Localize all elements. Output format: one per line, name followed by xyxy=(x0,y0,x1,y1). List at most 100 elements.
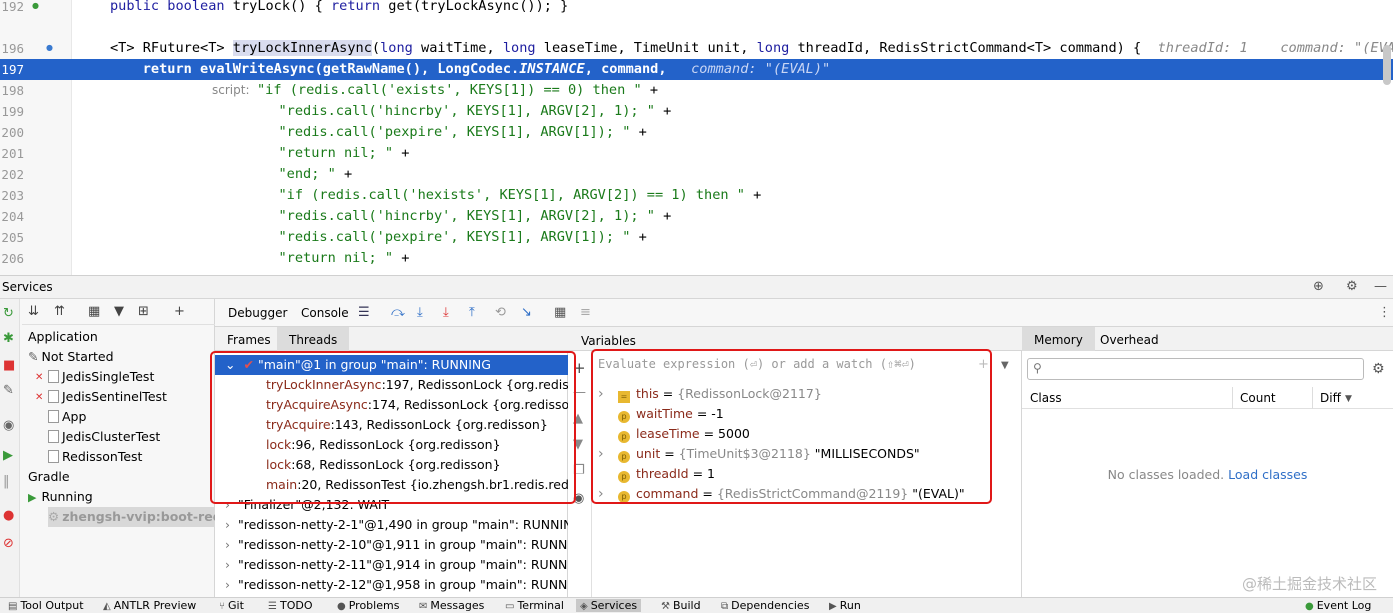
tool-window-label: Git xyxy=(228,599,244,612)
services-title: Services xyxy=(2,280,53,294)
tree-item-app[interactable]: App xyxy=(48,407,86,427)
code-text: public boolean tryLock() { return get(tr… xyxy=(110,0,568,17)
tool-window-messages[interactable]: ✉ Messages xyxy=(419,599,484,612)
trace-icon[interactable]: ≡ xyxy=(580,305,591,320)
tool-window-label: Problems xyxy=(348,599,400,612)
collapse-all-icon[interactable]: ⇈ xyxy=(54,304,65,319)
tool-window-terminal[interactable]: ▭ Terminal xyxy=(505,599,564,612)
code-text: "return nil; " + xyxy=(213,248,409,269)
tree-item-jedisclustertest[interactable]: JedisClusterTest xyxy=(48,427,160,447)
tree-item-redissontest[interactable]: RedissonTest xyxy=(48,447,142,467)
class-search-input[interactable]: ⚲ xyxy=(1027,358,1364,380)
evaluate-icon[interactable]: ▦ xyxy=(554,305,566,320)
thread-item[interactable]: › "redisson-netty-2-11"@1,914 in group "m… xyxy=(215,555,568,575)
step-over-icon[interactable]: ⤼ xyxy=(391,305,405,320)
code-text: "if (redis.call('hexists', KEYS[1], ARGV… xyxy=(213,185,761,206)
tool-window-dependencies[interactable]: ⧉ Dependencies xyxy=(721,599,809,612)
tool-window-antlr-preview[interactable]: ◭ ANTLR Preview xyxy=(103,599,196,612)
editor-scrollbar[interactable] xyxy=(1383,45,1391,85)
group-icon[interactable]: ▦ xyxy=(88,304,100,319)
pause-icon[interactable]: ‖ xyxy=(3,475,10,489)
code-editor[interactable]: ●●● 192public boolean tryLock() { return… xyxy=(0,0,1393,275)
stop-icon[interactable]: ■ xyxy=(3,359,15,373)
tool-window-bar: ▤ Tool Output ◭ ANTLR Preview ⑂ Git ☰ TODO ● Prob… xyxy=(0,597,1393,613)
add-icon[interactable]: + xyxy=(174,304,185,319)
column-count[interactable]: Count xyxy=(1240,391,1276,405)
mute-breakpoints-icon[interactable]: ⊘ xyxy=(3,537,14,551)
code-line: 196 <T> RFuture<T> tryLockInnerAsync(long… xyxy=(0,38,1393,59)
line-number: 206 xyxy=(1,251,24,266)
code-token: "end; " xyxy=(213,166,336,182)
tree-item-label: zhengsh-vvip:boot-redis xyxy=(62,509,234,524)
minimize-icon[interactable]: — xyxy=(1374,279,1387,294)
debug-icon[interactable]: ✱ xyxy=(3,332,14,346)
refresh-icon[interactable]: ↻ xyxy=(3,307,14,321)
tree-item-gradle[interactable]: Gradle xyxy=(28,467,70,487)
code-token: threadId, RedisStrictCommand<T> command)… xyxy=(797,40,1158,56)
thread-item[interactable]: › "redisson-netty-2-1"@1,490 in group "ma… xyxy=(215,515,568,535)
tab-overhead[interactable]: Overhead xyxy=(1088,327,1171,351)
chevron-right-icon[interactable]: › xyxy=(225,537,230,552)
file-icon xyxy=(48,450,59,463)
column-class[interactable]: Class xyxy=(1030,391,1062,405)
services-side-toolbar: ↻ ✱ ■ ✎ ◉ ▶ ‖ ● ⊘ xyxy=(0,299,20,597)
load-classes-link[interactable]: Load classes xyxy=(1228,467,1307,482)
expand-all-icon[interactable]: ⇊ xyxy=(28,304,39,319)
code-text: <T> RFuture<T> tryLockInnerAsync(long wa… xyxy=(110,38,1393,59)
breakpoints-icon[interactable]: ● xyxy=(3,509,14,523)
event-log-label: Event Log xyxy=(1316,599,1372,612)
tree-item-not-started[interactable]: ✎ Not Started xyxy=(28,347,114,367)
filter-icon[interactable]: ▼ xyxy=(114,304,124,319)
code-token: tryLock() { xyxy=(232,0,331,14)
new-tab-icon[interactable]: ⊞ xyxy=(138,304,149,319)
tool-window-services[interactable]: ◈ Services xyxy=(576,599,642,612)
tool-window-run[interactable]: ▶ Run xyxy=(829,599,861,612)
crosshair-icon[interactable]: ⊕ xyxy=(1313,279,1324,294)
tab-memory[interactable]: Memory xyxy=(1022,327,1095,351)
tree-item-zhengsh-vvip-boot-redis[interactable]: ⚙ zhengsh-vvip:boot-redis xyxy=(48,507,233,527)
more-icon[interactable]: ⋮ xyxy=(1378,305,1391,320)
tab-threads[interactable]: Threads xyxy=(277,327,350,351)
event-log-button[interactable]: ● Event Log xyxy=(1305,599,1371,612)
eye-icon[interactable]: ◉ xyxy=(3,419,14,433)
line-number: 202 xyxy=(1,167,24,182)
chevron-right-icon[interactable]: › xyxy=(225,517,230,532)
dropdown-icon[interactable]: ▼ xyxy=(1001,360,1009,371)
tree-item-label: JedisClusterTest xyxy=(62,429,161,444)
gear-icon[interactable]: ⚙ xyxy=(1346,279,1358,294)
thread-item[interactable]: › "redisson-netty-2-12"@1,958 in group "m… xyxy=(215,575,568,595)
tool-window-tool-output[interactable]: ▤ Tool Output xyxy=(8,599,84,612)
chevron-right-icon[interactable]: › xyxy=(225,557,230,572)
tab-frames[interactable]: Frames xyxy=(215,327,283,351)
tree-item-jedissingletest[interactable]: ✕ JedisSingleTest xyxy=(35,367,154,387)
tree-toolbar: ⇊ ⇈ ▦ ▼ ⊞ + xyxy=(22,299,215,325)
thread-item[interactable]: › "redisson-netty-2-10"@1,911 in group "m… xyxy=(215,535,568,555)
tool-window-problems[interactable]: ● Problems xyxy=(337,599,399,612)
tree-item-application[interactable]: Application xyxy=(28,327,98,347)
tree-item-label: JedisSentinelTest xyxy=(62,389,167,404)
tree-item-label: Not Started xyxy=(41,349,114,364)
code-token: ( xyxy=(371,40,381,56)
code-token: "if (redis.call('exists', KEYS[1]) == 0)… xyxy=(257,82,642,98)
column-diff[interactable]: Diff xyxy=(1320,391,1341,405)
tree-item-jedissentineltest[interactable]: ✕ JedisSentinelTest xyxy=(35,387,167,407)
resume-icon[interactable]: ▶ xyxy=(3,449,13,463)
file-icon: ✕ xyxy=(35,390,59,403)
tool-window-git[interactable]: ⑂ Git xyxy=(219,599,244,612)
run-to-cursor-icon[interactable]: ↘ xyxy=(521,305,532,320)
tree-item-running[interactable]: ▶ Running xyxy=(28,487,93,507)
tool-window-label: Messages xyxy=(430,599,485,612)
gear-icon[interactable]: ⚙ xyxy=(1372,361,1385,377)
step-out-icon[interactable]: ⤒ xyxy=(469,305,475,320)
force-step-into-icon[interactable]: ⤓ xyxy=(443,305,449,320)
chevron-right-icon[interactable]: › xyxy=(225,577,230,592)
wrench-icon[interactable]: ✎ xyxy=(3,384,14,398)
sort-down-icon[interactable]: ▼ xyxy=(1345,394,1352,404)
drop-frame-icon[interactable]: ⟲ xyxy=(495,305,506,320)
tab-console[interactable]: Console xyxy=(301,306,349,320)
menu-icon[interactable]: ☰ xyxy=(358,305,370,320)
tool-window-todo[interactable]: ☰ TODO xyxy=(268,599,312,612)
tab-debugger[interactable]: Debugger xyxy=(228,306,287,320)
tool-window-build[interactable]: ⚒ Build xyxy=(661,599,701,612)
step-into-icon[interactable]: ⤓ xyxy=(417,305,423,320)
